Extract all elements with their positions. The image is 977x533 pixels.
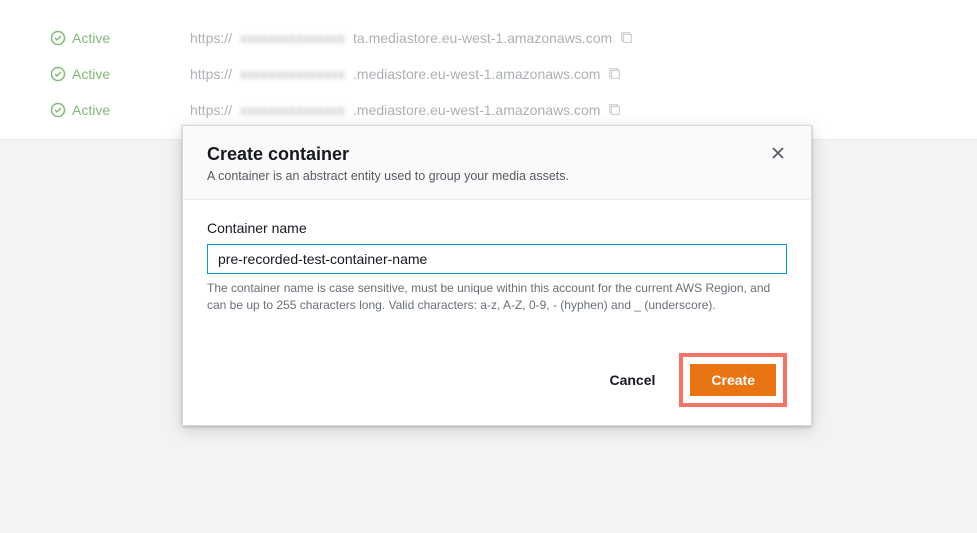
- copy-icon[interactable]: [608, 67, 622, 81]
- create-button-highlight: Create: [679, 353, 787, 407]
- cancel-button[interactable]: Cancel: [597, 364, 667, 396]
- status-text: Active: [72, 66, 110, 82]
- create-container-modal: Create container A container is an abstr…: [182, 125, 812, 426]
- status-badge: Active: [50, 66, 150, 82]
- status-text: Active: [72, 102, 110, 118]
- status-badge: Active: [50, 102, 150, 118]
- copy-icon[interactable]: [608, 103, 622, 117]
- table-row: Active https:// xxxxxxxxxxxxxxx ta.media…: [50, 20, 927, 56]
- endpoint-url: https:// xxxxxxxxxxxxxxx .mediastore.eu-…: [190, 102, 927, 118]
- container-name-input[interactable]: [207, 244, 787, 274]
- modal-header: Create container A container is an abstr…: [183, 126, 811, 200]
- modal-title: Create container: [207, 144, 569, 165]
- modal-subtitle: A container is an abstract entity used t…: [207, 169, 569, 183]
- copy-icon[interactable]: [620, 31, 634, 45]
- check-circle-icon: [50, 30, 66, 46]
- close-button[interactable]: [769, 144, 787, 165]
- container-name-label: Container name: [207, 220, 787, 236]
- check-circle-icon: [50, 66, 66, 82]
- modal-body: Container name The container name is cas…: [183, 200, 811, 339]
- endpoint-url: https:// xxxxxxxxxxxxxxx .mediastore.eu-…: [190, 66, 927, 82]
- helper-text: The container name is case sensitive, mu…: [207, 280, 787, 315]
- status-badge: Active: [50, 30, 150, 46]
- modal-footer: Cancel Create: [183, 339, 811, 425]
- container-list-background: Active https:// xxxxxxxxxxxxxxx ta.media…: [0, 0, 977, 140]
- status-text: Active: [72, 30, 110, 46]
- check-circle-icon: [50, 102, 66, 118]
- create-button[interactable]: Create: [690, 364, 776, 396]
- table-row: Active https:// xxxxxxxxxxxxxxx .mediast…: [50, 92, 927, 128]
- close-icon: [771, 146, 785, 160]
- endpoint-url: https:// xxxxxxxxxxxxxxx ta.mediastore.e…: [190, 30, 927, 46]
- table-row: Active https:// xxxxxxxxxxxxxxx .mediast…: [50, 56, 927, 92]
